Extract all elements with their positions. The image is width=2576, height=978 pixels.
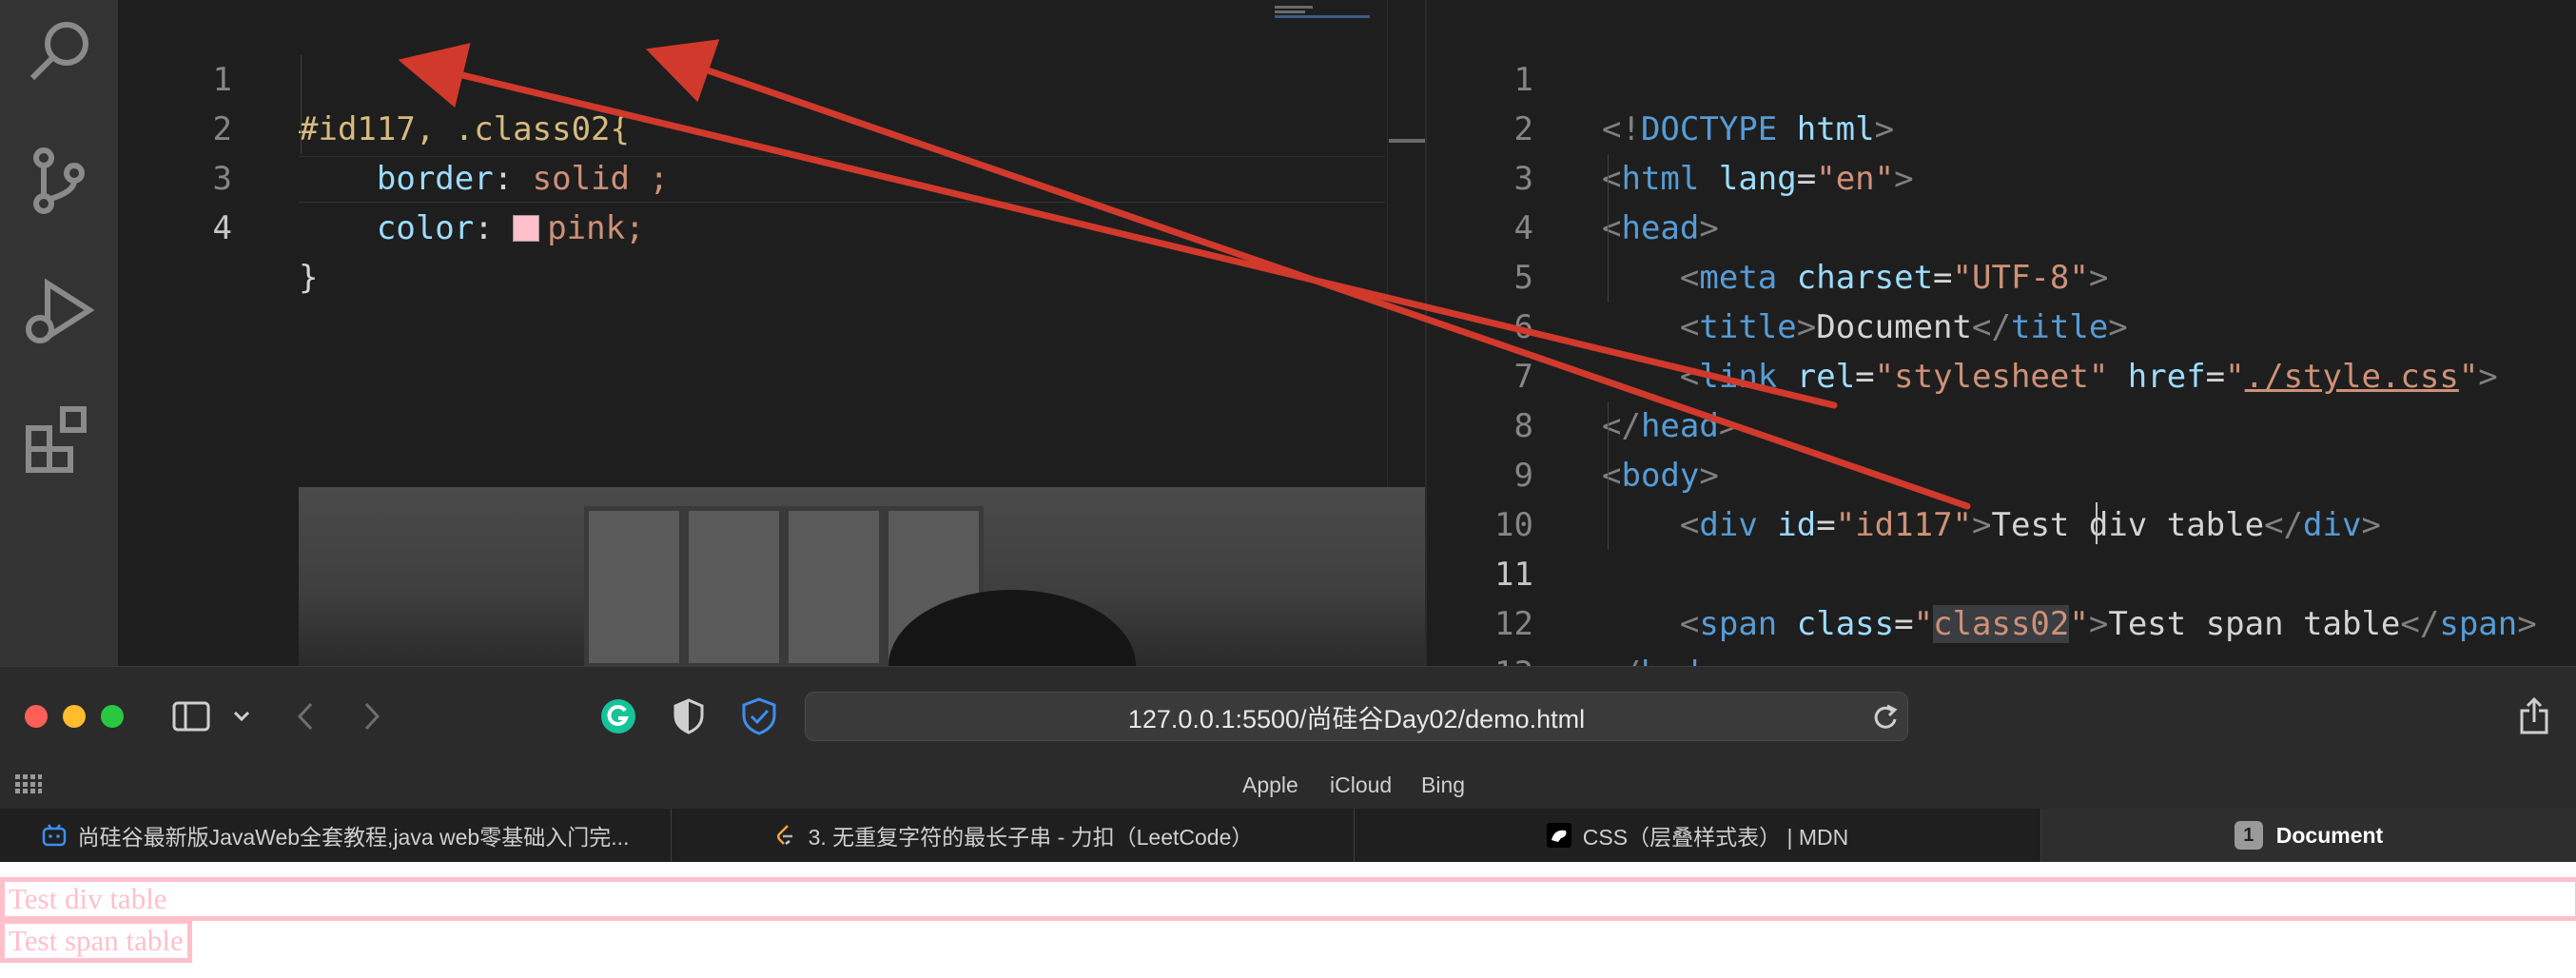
- line-number: 13: [1427, 649, 1533, 666]
- html-line-1[interactable]: 1 <!DOCTYPE html>: [1427, 6, 2576, 148]
- extensions-icon[interactable]: [11, 392, 107, 487]
- tab-document[interactable]: 1 Document: [2041, 809, 2576, 862]
- line-number: 4: [212, 209, 232, 247]
- tab-bar: 尚硅谷最新版JavaWeb全套教程,java web零基础入门完... 3. 无…: [0, 809, 2576, 862]
- css-value: pink;: [547, 209, 645, 247]
- line-border: [299, 156, 1385, 157]
- line-border: [299, 202, 1385, 203]
- share-icon[interactable]: [2515, 694, 2553, 739]
- chevron-down-icon[interactable]: [228, 694, 255, 739]
- tab-leetcode[interactable]: 3. 无重复字符的最长子串 - 力扣（LeetCode）: [672, 809, 1355, 862]
- reload-icon[interactable]: [1868, 695, 1903, 737]
- sidebar-icon[interactable]: [169, 694, 213, 739]
- bilibili-icon: [42, 823, 67, 848]
- tab-mdn[interactable]: CSS（层叠样式表） | MDN: [1355, 809, 2041, 862]
- tab-bilibili[interactable]: 尚硅谷最新版JavaWeb全套教程,java web零基础入门完...: [0, 809, 672, 862]
- favorite-icloud[interactable]: iCloud: [1330, 773, 1392, 798]
- scroll-thumb[interactable]: [1389, 139, 1425, 143]
- minimize-window-button[interactable]: [63, 705, 86, 728]
- color-swatch[interactable]: [513, 215, 540, 242]
- minimap[interactable]: [1275, 4, 1381, 27]
- html-editor-pane[interactable]: 1 <!DOCTYPE html> 2 <html lang="en"> 3 <…: [1427, 0, 2576, 666]
- browser-toolbar: 127.0.0.1:5500/尚硅谷Day02/demo.html: [0, 666, 2576, 766]
- tab-title: Document: [2275, 822, 2384, 848]
- html-line-12[interactable]: 12 </body>: [1427, 550, 2576, 666]
- activity-bar: [0, 0, 118, 666]
- source-control-icon[interactable]: [11, 133, 107, 228]
- test-span: Test span table: [0, 919, 192, 963]
- zoom-window-button[interactable]: [101, 705, 124, 728]
- tab-badge: 1: [2234, 821, 2263, 850]
- grid-icon[interactable]: [15, 774, 42, 799]
- html-line-10[interactable]: 10: [1427, 451, 2576, 544]
- html-line-7[interactable]: 7 </head>: [1427, 303, 2576, 445]
- safari-window: 127.0.0.1:5500/尚硅谷Day02/demo.html Apple …: [0, 666, 2576, 978]
- indent-guide: [301, 55, 302, 154]
- forward-icon[interactable]: [358, 694, 386, 739]
- html-line-3[interactable]: 3 <head>: [1427, 105, 2576, 247]
- indent-guide: [1608, 154, 1609, 303]
- indent-guide: [1608, 401, 1609, 550]
- html-line-13[interactable]: 13 </html>: [1427, 599, 2576, 666]
- page-content: Test div table Test span table: [0, 862, 2576, 978]
- favorite-bing[interactable]: Bing: [1421, 773, 1465, 798]
- test-div: Test div table: [0, 877, 2576, 921]
- css-line-3[interactable]: 3 color: pink;: [118, 105, 1425, 247]
- css-line-1[interactable]: 1 #id117, .class02{: [118, 6, 1425, 148]
- tab-title: 尚硅谷最新版JavaWeb全套教程,java web零基础入门完...: [77, 825, 630, 850]
- run-debug-icon[interactable]: [11, 263, 107, 358]
- closing-brace: }: [299, 259, 319, 297]
- html-line-8[interactable]: 8 <body>: [1427, 352, 2576, 495]
- vscode-editor: 1 #id117, .class02{ 2 border: solid ; 3 …: [0, 0, 2576, 666]
- back-icon[interactable]: [291, 694, 320, 739]
- css-editor-pane[interactable]: 1 #id117, .class02{ 2 border: solid ; 3 …: [118, 0, 1425, 666]
- shield-icon[interactable]: [668, 694, 710, 739]
- html-line-9[interactable]: 9 <div id="id117">Test div table</div>: [1427, 401, 2576, 544]
- address-bar[interactable]: 127.0.0.1:5500/尚硅谷Day02/demo.html: [805, 692, 1908, 741]
- html-line-4[interactable]: 4 <meta charset="UTF-8">: [1427, 154, 2576, 297]
- grammarly-icon[interactable]: [597, 694, 639, 739]
- html-line-6[interactable]: 6 <link rel="stylesheet" href="./style.c…: [1427, 253, 2576, 396]
- html-line-2[interactable]: 2 <html lang="en">: [1427, 55, 2576, 198]
- css-line-4[interactable]: 4 }: [118, 154, 1425, 297]
- mdn-icon: [1546, 823, 1571, 848]
- css-line-2[interactable]: 2 border: solid ;: [118, 55, 1425, 198]
- vpn-icon[interactable]: [738, 694, 780, 739]
- html-line-11[interactable]: 11 <span class="class02">Test span table…: [1427, 500, 2576, 643]
- html-line-5[interactable]: 5 <title>Document</title>: [1427, 204, 2576, 346]
- search-icon[interactable]: [11, 4, 107, 99]
- leetcode-icon: [772, 823, 797, 848]
- favorite-apple[interactable]: Apple: [1242, 773, 1298, 798]
- favorites-bar: Apple iCloud Bing: [0, 765, 2576, 809]
- tab-title: CSS（层叠样式表） | MDN: [1582, 825, 1849, 850]
- close-window-button[interactable]: [25, 705, 48, 728]
- text-caret: [2096, 502, 2098, 544]
- css-property: color: [376, 209, 475, 247]
- tab-title: 3. 无重复字符的最长子串 - 力扣（LeetCode）: [808, 825, 1254, 850]
- background-image: [299, 487, 1425, 666]
